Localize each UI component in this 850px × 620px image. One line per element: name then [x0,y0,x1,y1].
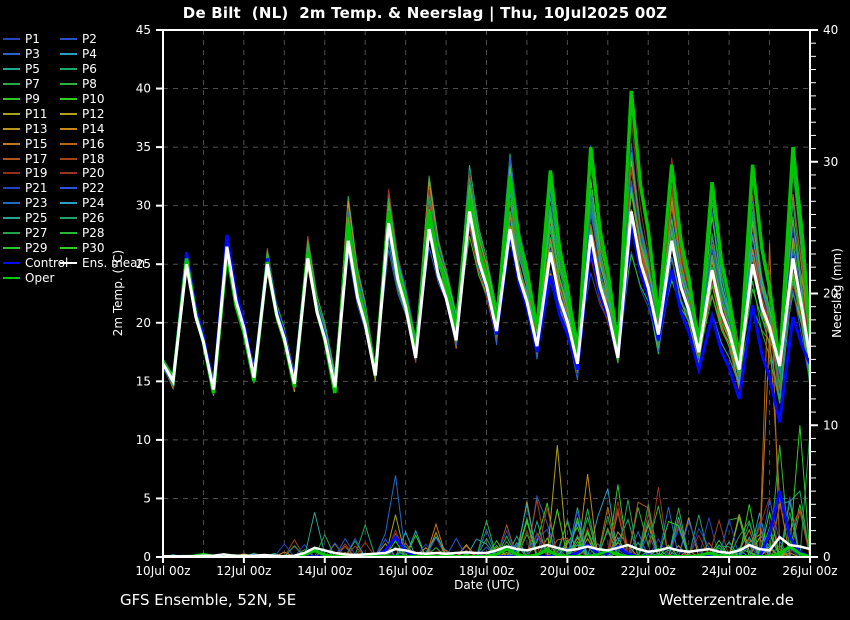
y-left-tick-label-5: 5 [143,491,151,505]
footer-model-info: GFS Ensemble, 52N, 5E [120,591,296,609]
y-left-tick-label-25: 25 [136,257,151,271]
y-right-tick-label-10: 10 [823,418,838,432]
y-left-tick-label-40: 40 [136,82,151,96]
footer-brand: Wetterzentrale.de [659,591,794,609]
meteogram-plot: 10Jul 00z 12Jul 00z 14Jul 00z 16Jul 00z 18Ju… [0,0,850,620]
x-tick-label-5: 20Jul 00z [540,564,595,578]
x-axis-title: Date (UTC) [454,578,520,592]
x-tick-label-0: 10Jul 00z [135,564,190,578]
y-left-tick-label-35: 35 [136,140,151,154]
x-tick-label-4: 18Jul 00z [459,564,514,578]
x-tick-label-1: 12Jul 00z [216,564,271,578]
x-tick-label-7: 24Jul 00z [702,564,757,578]
y-left-tick-label-15: 15 [136,374,151,388]
y-left-tick-label-45: 45 [136,23,151,37]
y-left-tick-label-20: 20 [136,316,151,330]
x-tick-label-8: 26Jul 00z [782,564,837,578]
x-tick-label-2: 14Jul 00z [297,564,352,578]
x-tick-label-3: 16Jul 00z [378,564,433,578]
y-left-tick-label-30: 30 [136,199,151,213]
y-axis-left-title: 2m Temp. (°C) [111,250,125,337]
meteogram-page: { "header": { "title": "De Bilt (NL) 2m … [0,0,850,620]
y-axis-right-title: Neerslag (mm) [830,248,844,338]
x-tick-label-6: 22Jul 00z [621,564,676,578]
y-right-tick-label-0: 0 [823,550,831,564]
y-left-tick-label-0: 0 [143,550,151,564]
y-right-tick-label-40: 40 [823,23,838,37]
y-left-tick-label-10: 10 [136,433,151,447]
y-right-tick-label-30: 30 [823,155,838,169]
